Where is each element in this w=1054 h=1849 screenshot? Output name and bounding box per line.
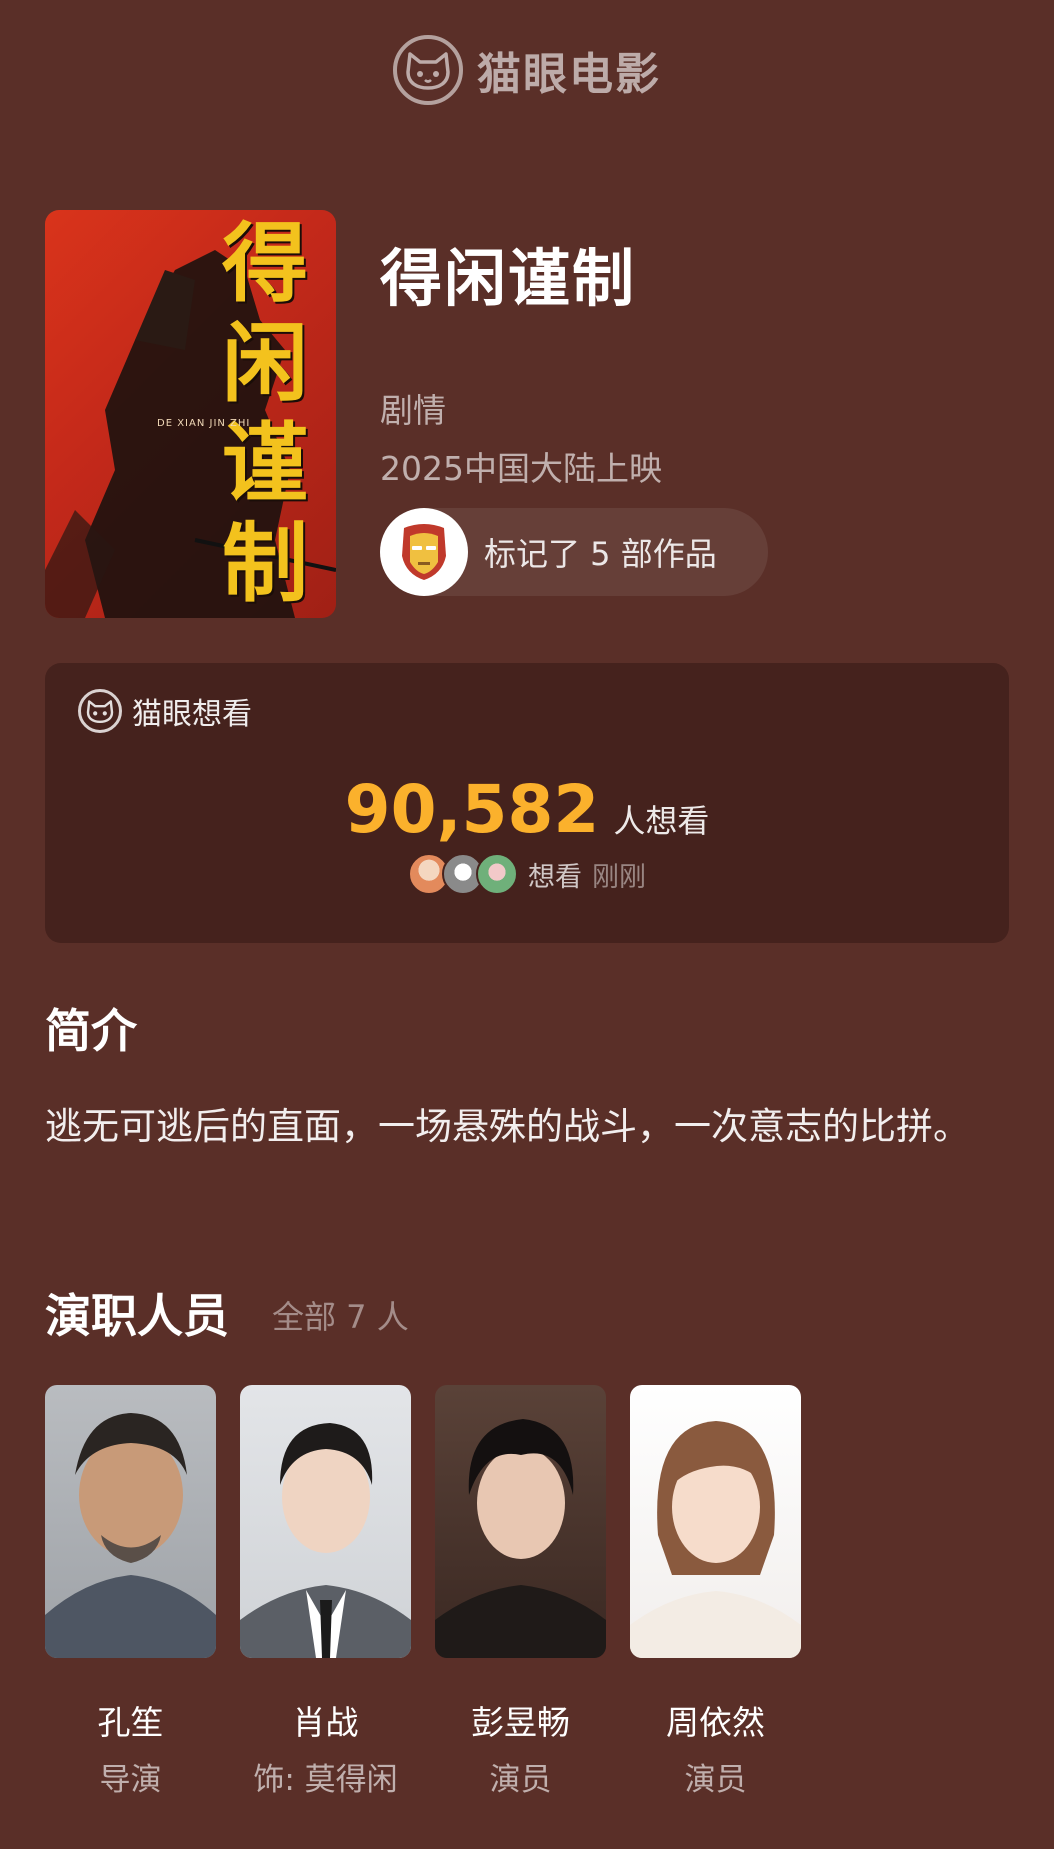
synopsis-title: 简介 [45,1004,137,1058]
cast-photo [435,1385,606,1658]
cat-face-icon [393,35,463,105]
app-header: 猫眼电影 [0,30,1054,110]
cast-card[interactable]: 肖战 饰: 莫得闲 [240,1385,411,1799]
poster-subtitle: DE XIAN JIN ZHI [157,418,251,429]
cast-name: 孔笙 [97,1703,164,1742]
cast-count-link[interactable]: 全部 7 人 [272,1292,409,1338]
want-to-see-count-row: 90,582 人想看 [45,771,1009,848]
movie-poster[interactable]: 得闲谨制 DE XIAN JIN ZHI [45,210,336,618]
poster-title: 得闲谨制 [222,213,308,614]
synopsis-text[interactable]: 逃无可逃后的直面，一场悬殊的战斗，一次意志的比拼。 [45,1090,1005,1164]
marked-works-pill[interactable]: 标记了 5 部作品 [380,508,768,596]
iron-man-mask-icon [380,508,468,596]
cast-list: 孔笙 导演 肖战 饰: 莫得闲 彭昱畅 演员 周依然 演员 [45,1385,801,1799]
cast-photo [45,1385,216,1658]
recent-want-time: 刚刚 [592,861,646,893]
want-to-see-unit: 人想看 [613,802,710,840]
cast-section-title: 演职人员 [45,1289,229,1343]
recent-want-row: 想看 刚刚 [45,853,1009,895]
marked-works-text: 标记了 5 部作品 [484,535,717,573]
cast-role: 演员 [684,1762,747,1798]
brand-name: 猫眼电影 [477,49,661,100]
cast-role: 饰: 莫得闲 [253,1762,398,1798]
cast-role: 演员 [489,1762,552,1798]
avatar [476,853,518,895]
movie-release: 2025中国大陆上映 [380,449,662,488]
cast-role: 导演 [99,1762,162,1798]
cast-card[interactable]: 孔笙 导演 [45,1385,216,1799]
want-to-see-count: 90,582 [344,771,600,848]
cat-face-icon [78,689,122,733]
cast-name: 彭昱畅 [471,1703,570,1742]
cast-photo [630,1385,801,1658]
movie-genre: 剧情 [380,391,446,430]
cast-photo [240,1385,411,1658]
recent-want-text: 想看 [528,861,582,893]
want-to-see-card[interactable]: 猫眼想看 90,582 人想看 想看 刚刚 [45,663,1009,943]
cast-name: 肖战 [292,1703,359,1742]
cast-card[interactable]: 周依然 演员 [630,1385,801,1799]
movie-title: 得闲谨制 [380,242,637,315]
cast-name: 周依然 [666,1703,765,1742]
want-to-see-label: 猫眼想看 [132,697,252,732]
cast-card[interactable]: 彭昱畅 演员 [435,1385,606,1799]
want-to-see-header: 猫眼想看 [78,689,252,733]
recent-user-avatars [408,853,518,895]
